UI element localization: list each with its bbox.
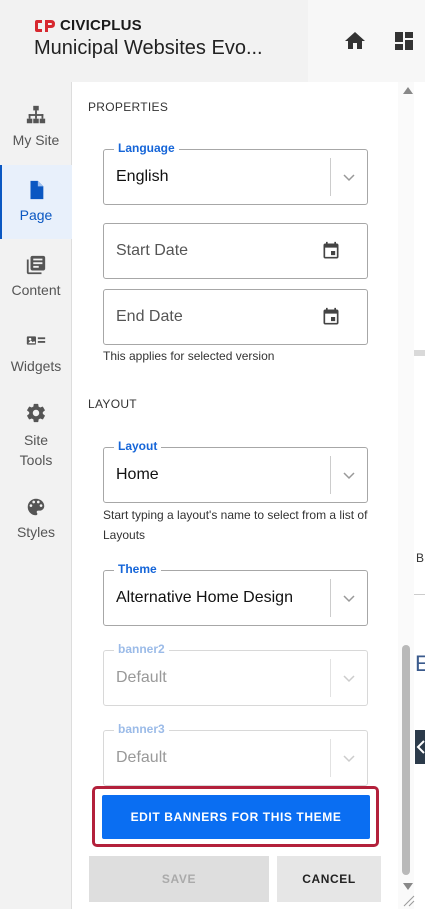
- banner2-label: banner2: [114, 642, 169, 656]
- theme-select[interactable]: Theme Alternative Home Design: [103, 562, 368, 626]
- content-library-icon: [26, 255, 46, 275]
- scroll-up-arrow-icon[interactable]: [403, 87, 413, 94]
- chevron-down-icon[interactable]: [342, 470, 356, 480]
- cancel-button[interactable]: CANCEL: [277, 856, 381, 902]
- edit-banners-button[interactable]: EDIT BANNERS FOR THIS THEME: [102, 795, 370, 839]
- scrollbar-thumb[interactable]: [402, 645, 410, 875]
- select-divider: [330, 739, 331, 777]
- chevron-down-icon: [343, 675, 355, 683]
- start-date-placeholder: Start Date: [116, 242, 189, 259]
- select-divider: [330, 158, 331, 196]
- calendar-icon[interactable]: [321, 241, 341, 261]
- site-title[interactable]: Municipal Websites Evo...: [34, 37, 263, 60]
- date-help-text: This applies for selected version: [103, 349, 275, 363]
- start-date-field[interactable]: Start Date: [103, 223, 368, 279]
- banner3-label: banner3: [114, 722, 169, 736]
- gear-icon: [27, 403, 45, 423]
- banner2-value: Default: [116, 669, 167, 686]
- layout-help-text: Start typing a layout's name to select f…: [103, 508, 368, 542]
- save-button[interactable]: SAVE: [89, 856, 269, 902]
- layout-section-label: LAYOUT: [88, 397, 137, 411]
- background-rule: [414, 594, 425, 595]
- palette-icon: [27, 498, 45, 516]
- nav-label-page: Page: [19, 207, 53, 223]
- nav-label-content: Content: [11, 282, 61, 298]
- app-header: CIVICPLUS Municipal Websites Evo...: [0, 0, 308, 82]
- scroll-down-arrow-icon[interactable]: [403, 883, 413, 890]
- theme-value: Alternative Home Design: [116, 589, 293, 606]
- properties-section-label: PROPERTIES: [88, 100, 169, 114]
- select-divider: [330, 579, 331, 617]
- resize-handle-icon[interactable]: [401, 893, 415, 907]
- select-divider: [330, 659, 331, 697]
- nav-item-page[interactable]: Page: [0, 165, 72, 239]
- civicplus-logo-mark-icon: [35, 19, 55, 32]
- language-select[interactable]: Language English: [103, 141, 368, 205]
- chevron-left-icon: [416, 740, 425, 754]
- nav-item-styles[interactable]: Styles: [0, 496, 72, 558]
- layout-label: Layout: [114, 439, 162, 453]
- page-icon: [30, 180, 44, 200]
- left-nav: My Site Page Content Widgets Site Tools: [0, 82, 72, 909]
- chevron-down-icon[interactable]: [342, 593, 356, 603]
- background-page-preview: [414, 82, 425, 909]
- layout-value: Home: [116, 466, 159, 483]
- calendar-icon[interactable]: [321, 307, 341, 327]
- home-icon[interactable]: [343, 29, 367, 53]
- banner3-select: banner3 Default: [103, 722, 368, 786]
- nav-item-content[interactable]: Content: [0, 254, 72, 316]
- nav-item-my-site[interactable]: My Site: [0, 104, 72, 166]
- banner2-select: banner2 Default: [103, 642, 368, 706]
- nav-item-widgets[interactable]: Widgets: [0, 330, 72, 392]
- civicplus-logo[interactable]: CIVICPLUS: [34, 17, 142, 34]
- language-label: Language: [114, 141, 179, 155]
- background-divider: [414, 350, 425, 356]
- widgets-icon: [26, 336, 46, 345]
- dashboard-icon[interactable]: [392, 29, 416, 53]
- nav-label-widgets: Widgets: [10, 358, 62, 374]
- nav-label-my-site: My Site: [12, 132, 60, 148]
- brand-name: CIVICPLUS: [60, 17, 142, 34]
- end-date-placeholder: End Date: [116, 308, 183, 325]
- language-value: English: [116, 168, 169, 185]
- theme-label: Theme: [114, 562, 161, 576]
- background-heading-fragment: E: [415, 651, 425, 676]
- background-slider-arrow: [415, 730, 425, 764]
- end-date-field[interactable]: End Date: [103, 289, 368, 345]
- nav-label-styles: Styles: [16, 524, 56, 540]
- nav-item-site-tools[interactable]: Site Tools: [0, 402, 72, 468]
- layout-select[interactable]: Layout Home: [103, 439, 368, 503]
- banner3-value: Default: [116, 749, 167, 766]
- sitemap-icon: [26, 105, 46, 124]
- background-text-fragment: B: [416, 551, 425, 565]
- select-divider: [330, 456, 331, 494]
- nav-label-site-tools: Site Tools: [19, 432, 53, 468]
- chevron-down-icon: [343, 755, 355, 763]
- chevron-down-icon[interactable]: [342, 172, 356, 182]
